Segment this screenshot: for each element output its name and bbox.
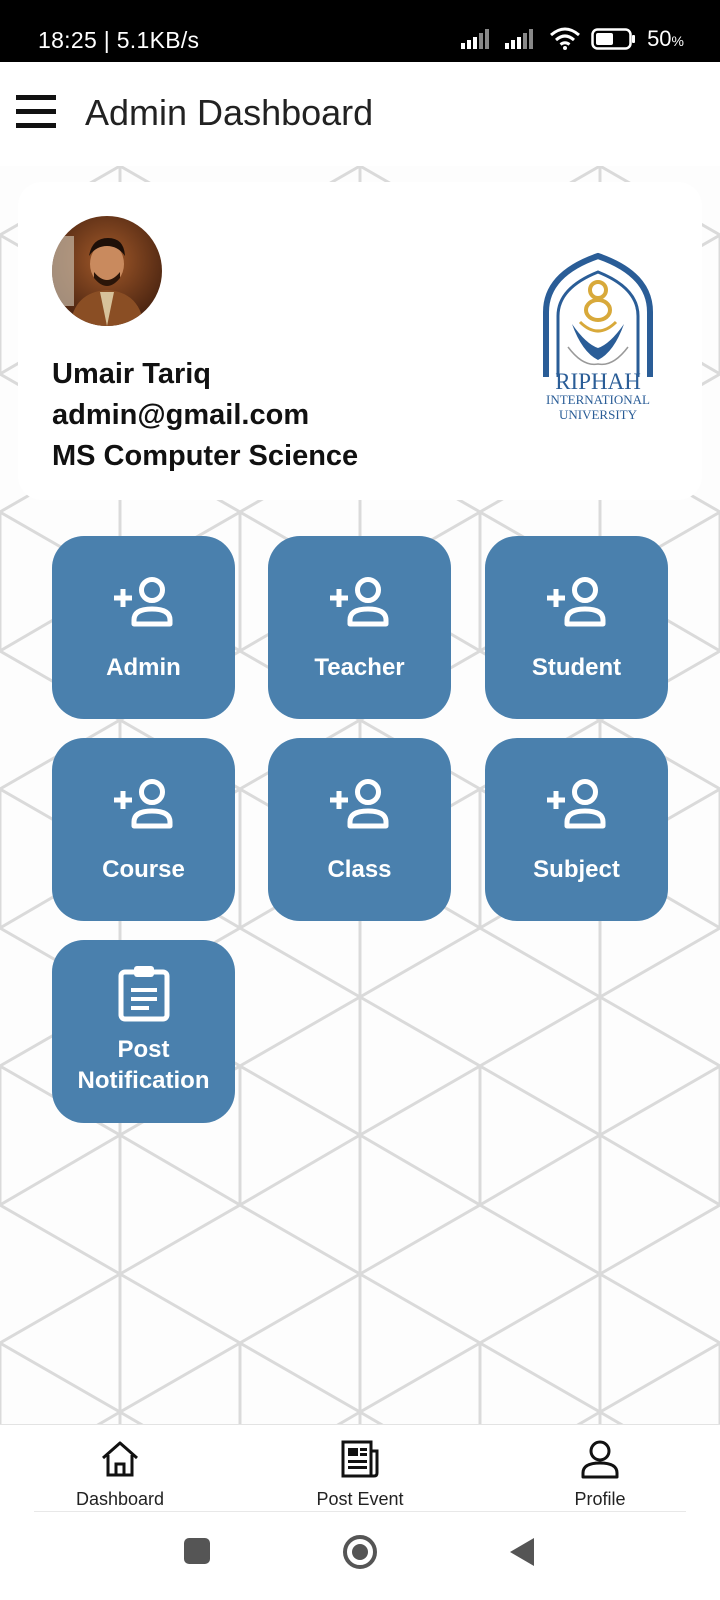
svg-text:INTERNATIONAL: INTERNATIONAL xyxy=(546,392,650,407)
add-person-icon xyxy=(113,779,172,829)
add-class-button[interactable]: Class xyxy=(268,738,451,921)
system-navigation-bar xyxy=(0,1512,720,1600)
svg-text:UNIVERSITY: UNIVERSITY xyxy=(559,407,638,422)
status-time: 18:25 | 5.1KB/s xyxy=(38,27,200,53)
nav-label: Profile xyxy=(574,1489,626,1509)
wifi-icon xyxy=(550,27,581,50)
clipboard-icon xyxy=(118,966,169,1022)
hamburger-menu-icon[interactable] xyxy=(16,94,56,130)
add-course-button[interactable]: Course xyxy=(52,738,235,921)
profile-email: admin@gmail.com xyxy=(52,399,310,431)
nav-item-post-event[interactable]: Post Event xyxy=(260,1425,460,1513)
svg-text:RIPHAH: RIPHAH xyxy=(555,369,641,394)
add-person-icon xyxy=(329,577,388,627)
tile-label: Class xyxy=(327,856,392,883)
status-icons: 50% xyxy=(461,26,684,52)
avatar xyxy=(52,216,162,326)
add-person-icon xyxy=(329,779,388,829)
post-notification-button[interactable]: Post Notification xyxy=(52,940,235,1123)
nav-item-profile[interactable]: Profile xyxy=(500,1425,700,1513)
back-icon[interactable] xyxy=(508,1536,536,1568)
app-bar: Admin Dashboard xyxy=(0,62,720,166)
add-student-button[interactable]: Student xyxy=(485,536,668,719)
tile-label: Teacher xyxy=(314,654,405,681)
add-person-icon xyxy=(546,779,605,829)
nav-item-dashboard[interactable]: Dashboard xyxy=(20,1425,220,1513)
add-person-icon xyxy=(546,577,605,627)
page-title: Admin Dashboard xyxy=(85,92,374,133)
tile-label: Admin xyxy=(106,654,181,681)
signal-icon xyxy=(461,29,490,49)
profile-program: MS Computer Science xyxy=(52,440,359,472)
bottom-navigation: Dashboard Post Event Profile xyxy=(0,1424,720,1512)
status-bar: 18:25 | 5.1KB/s 50% xyxy=(0,0,720,62)
profile-card: Umair Tariq admin@gmail.com MS Computer … xyxy=(18,182,702,500)
university-logo: RIPHAH INTERNATIONAL UNIVERSITY xyxy=(543,252,653,422)
home-icon xyxy=(102,1441,138,1477)
nav-label: Post Event xyxy=(316,1489,404,1509)
battery-icon xyxy=(591,28,636,50)
tile-label: Student xyxy=(531,654,622,681)
home-button-icon[interactable] xyxy=(342,1534,378,1570)
recent-apps-icon[interactable] xyxy=(183,1537,211,1565)
dashboard-content: Umair Tariq admin@gmail.com MS Computer … xyxy=(0,166,720,1424)
newspaper-icon xyxy=(341,1440,379,1478)
signal-icon xyxy=(505,29,534,49)
tile-label: Post Notification xyxy=(77,1036,210,1094)
tile-label: Subject xyxy=(533,856,620,883)
person-icon xyxy=(581,1440,619,1479)
add-admin-button[interactable]: Admin xyxy=(52,536,235,719)
tile-label: Course xyxy=(102,856,185,883)
nav-label: Dashboard xyxy=(75,1489,165,1509)
battery-level: 50% xyxy=(647,26,684,51)
add-teacher-button[interactable]: Teacher xyxy=(268,536,451,719)
profile-name: Umair Tariq xyxy=(52,358,212,390)
add-person-icon xyxy=(113,577,172,627)
add-subject-button[interactable]: Subject xyxy=(485,738,668,921)
